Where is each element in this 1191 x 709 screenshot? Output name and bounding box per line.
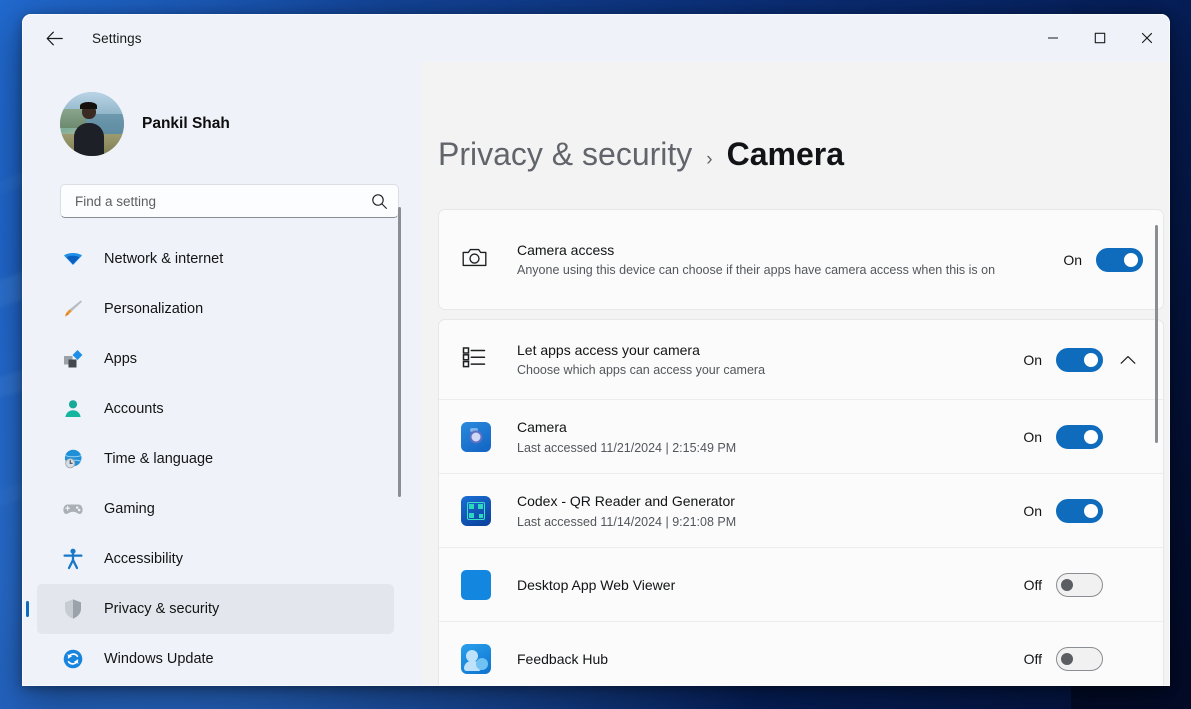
accessibility-icon (60, 546, 86, 572)
sidebar-item-label: Gaming (104, 501, 155, 517)
breadcrumb-parent[interactable]: Privacy & security (438, 136, 692, 173)
table-row: Feedback Hub Off (439, 621, 1163, 686)
let-apps-toggle[interactable] (1056, 348, 1103, 372)
close-button[interactable] (1123, 14, 1170, 62)
sidebar-item-apps[interactable]: Apps (37, 334, 394, 384)
table-row: Camera Last accessed 11/21/2024 | 2:15:4… (439, 399, 1163, 473)
settings-window: Settings (22, 14, 1170, 686)
sidebar-item-network-internet[interactable]: Network & internet (37, 234, 394, 284)
sidebar-scrollbar[interactable] (398, 207, 401, 497)
paintbrush-icon (60, 296, 86, 322)
app-state-label: On (1023, 429, 1042, 445)
avatar (60, 92, 124, 156)
shield-icon (60, 596, 86, 622)
main-content: Privacy & security › Camera (422, 62, 1170, 686)
account-block[interactable]: Pankil Shah (37, 62, 422, 156)
update-refresh-icon (60, 646, 86, 672)
sidebar: Pankil Shah (22, 62, 422, 686)
sidebar-item-label: Privacy & security (104, 601, 219, 617)
app-toggle[interactable] (1056, 425, 1103, 449)
table-row: Desktop App Web Viewer Off (439, 547, 1163, 621)
app-toggle[interactable] (1056, 647, 1103, 671)
sidebar-item-privacy-security[interactable]: Privacy & security (37, 584, 394, 634)
gamepad-icon (60, 496, 86, 522)
app-permission-list: Camera Last accessed 11/21/2024 | 2:15:4… (439, 399, 1163, 686)
desktop-web-viewer-app-icon (461, 570, 491, 600)
search-input[interactable] (75, 194, 370, 209)
let-apps-title: Let apps access your camera (517, 340, 1005, 360)
camera-access-state-label: On (1063, 252, 1082, 268)
app-toggle[interactable] (1056, 573, 1103, 597)
person-icon (60, 396, 86, 422)
apps-icon (60, 346, 86, 372)
camera-access-description: Anyone using this device can choose if t… (517, 261, 1045, 280)
search-box[interactable] (60, 184, 399, 218)
title-bar: Settings (22, 14, 1170, 62)
sidebar-item-gaming[interactable]: Gaming (37, 484, 394, 534)
camera-app-icon (461, 422, 491, 452)
back-arrow-icon (46, 31, 63, 46)
camera-icon (461, 244, 488, 276)
sidebar-item-windows-update[interactable]: Windows Update (37, 634, 394, 684)
back-button[interactable] (38, 22, 70, 54)
camera-access-card: Camera access Anyone using this device c… (438, 209, 1164, 310)
breadcrumb: Privacy & security › Camera (438, 62, 1170, 173)
search-icon[interactable] (370, 193, 388, 210)
table-row: Codex - QR Reader and Generator Last acc… (439, 473, 1163, 547)
let-apps-access-camera-card: Let apps access your camera Choose which… (438, 319, 1164, 686)
sidebar-item-personalization[interactable]: Personalization (37, 284, 394, 334)
sidebar-item-label: Time & language (104, 451, 213, 467)
app-name: Codex - QR Reader and Generator (517, 491, 1005, 511)
sidebar-item-label: Windows Update (104, 651, 214, 667)
breadcrumb-separator: › (706, 149, 712, 171)
app-state-label: Off (1024, 651, 1042, 667)
sidebar-nav: Network & internet Personalization (37, 234, 422, 684)
expand-collapse-button[interactable] (1113, 355, 1143, 365)
clock-globe-icon (60, 446, 86, 472)
maximize-button[interactable] (1076, 14, 1123, 62)
app-state-label: On (1023, 503, 1042, 519)
sidebar-item-accounts[interactable]: Accounts (37, 384, 394, 434)
app-name: Feedback Hub (517, 649, 1006, 669)
minimize-button[interactable] (1029, 14, 1076, 62)
close-icon (1141, 32, 1153, 44)
chevron-up-icon (1120, 355, 1136, 365)
feedback-hub-app-icon (461, 644, 491, 674)
let-apps-state-label: On (1023, 352, 1042, 368)
window-controls (1029, 14, 1170, 62)
app-title: Settings (92, 31, 142, 46)
main-scrollbar[interactable] (1155, 225, 1158, 443)
codex-qr-app-icon (461, 496, 491, 526)
app-last-accessed: Last accessed 11/14/2024 | 9:21:08 PM (517, 513, 1005, 531)
sidebar-item-label: Accounts (104, 401, 164, 417)
app-last-accessed: Last accessed 11/21/2024 | 2:15:49 PM (517, 439, 1005, 457)
wifi-icon (60, 246, 86, 272)
maximize-icon (1094, 32, 1106, 44)
app-state-label: Off (1024, 577, 1042, 593)
sidebar-item-label: Apps (104, 351, 137, 367)
app-name: Desktop App Web Viewer (517, 575, 1006, 595)
let-apps-description: Choose which apps can access your camera (517, 361, 1005, 380)
page-title: Camera (727, 136, 844, 173)
sidebar-item-label: Network & internet (104, 251, 223, 267)
sidebar-item-label: Personalization (104, 301, 203, 317)
camera-access-title: Camera access (517, 240, 1045, 260)
sidebar-item-time-language[interactable]: Time & language (37, 434, 394, 484)
camera-access-toggle[interactable] (1096, 248, 1143, 272)
sidebar-item-label: Accessibility (104, 551, 183, 567)
account-name: Pankil Shah (142, 115, 230, 133)
list-settings-icon (461, 344, 487, 375)
minimize-icon (1047, 32, 1059, 44)
app-toggle[interactable] (1056, 499, 1103, 523)
sidebar-item-accessibility[interactable]: Accessibility (37, 534, 394, 584)
app-name: Camera (517, 417, 1005, 437)
